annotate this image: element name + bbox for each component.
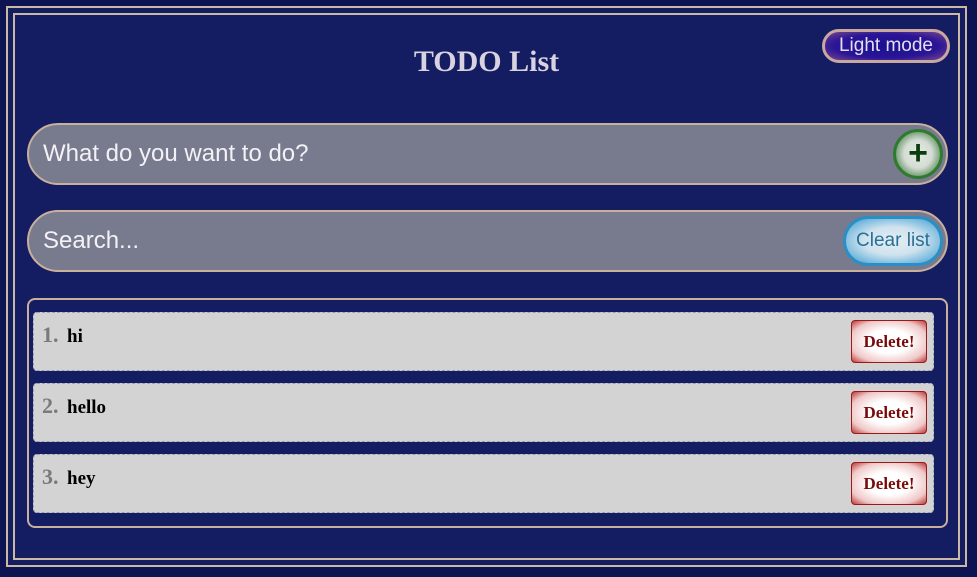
- todo-item: 3. hey Delete!: [33, 454, 934, 513]
- app-container: TODO List Light mode + Clear list 1. hi …: [13, 13, 960, 560]
- todo-number: 3.: [42, 464, 59, 489]
- delete-button[interactable]: Delete!: [851, 320, 927, 363]
- plus-icon: +: [908, 133, 928, 172]
- todo-text: hello: [67, 397, 107, 418]
- add-todo-button[interactable]: +: [893, 129, 943, 179]
- add-todo-form: +: [27, 123, 948, 185]
- delete-button[interactable]: Delete!: [851, 391, 927, 434]
- todo-text: hi: [67, 326, 83, 347]
- new-todo-input[interactable]: [41, 125, 805, 183]
- page-title: TODO List: [413, 45, 560, 78]
- todo-text: hey: [67, 468, 96, 489]
- clear-list-button[interactable]: Clear list: [843, 216, 943, 266]
- todo-number: 2.: [42, 393, 59, 418]
- todo-number: 1.: [42, 322, 59, 347]
- todo-list: 1. hi Delete! 2. hello Delete! 3. hey De…: [27, 298, 948, 528]
- app-frame: TODO List Light mode + Clear list 1. hi …: [6, 6, 967, 567]
- theme-toggle-button[interactable]: Light mode: [822, 29, 950, 63]
- delete-button[interactable]: Delete!: [851, 462, 927, 505]
- todo-item: 1. hi Delete!: [33, 312, 934, 371]
- todo-item: 2. hello Delete!: [33, 383, 934, 442]
- search-form: Clear list: [27, 210, 948, 272]
- search-input[interactable]: [41, 212, 805, 270]
